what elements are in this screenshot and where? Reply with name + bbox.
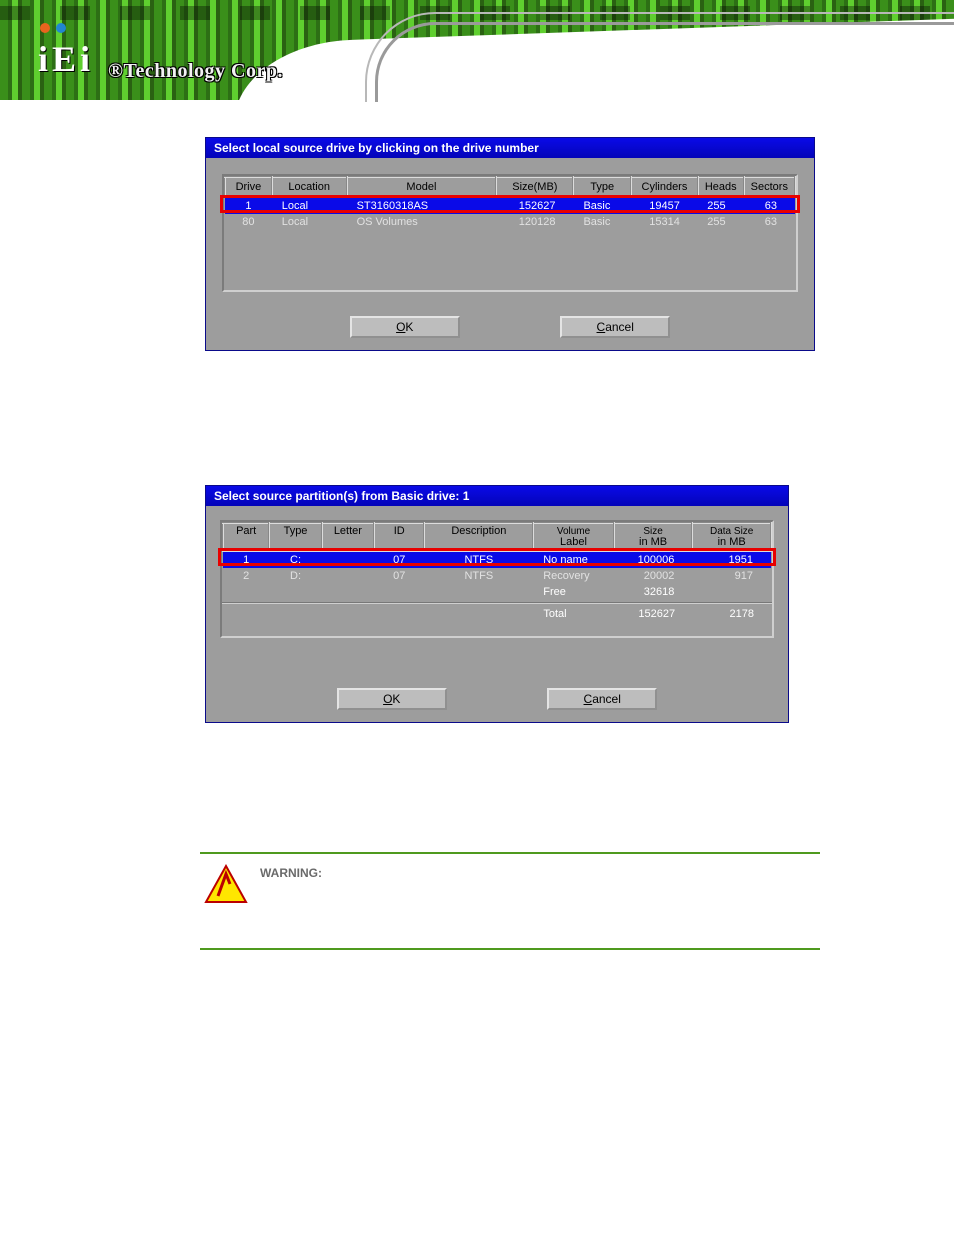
cell: ST3160318AS [347,197,497,214]
select-source-drive-dialog: Select local source drive by clicking on… [205,137,815,351]
logo-letters: iEi [38,38,94,80]
free-row: Free 32618 [223,584,771,600]
cell: OS Volumes [347,214,497,230]
cell: 19457 [631,197,698,214]
partition-table-header: Part Type Letter ID Description VolumeLa… [223,523,771,551]
ok-button[interactable]: OK [337,688,447,710]
logo-dot-orange [40,23,50,33]
dialog2-buttons: OK Cancel [206,680,788,722]
logo-dots [38,23,66,33]
cell: D: [269,568,321,584]
partition-row[interactable]: 2 D: 07 NTFS Recovery 20002 917 [223,568,771,584]
cell: 255 [698,197,744,214]
col-vol[interactable]: VolumeLabel [533,523,614,551]
ok-button[interactable]: OK [350,316,460,338]
drive-row-selected[interactable]: 1 Local ST3160318AS 152627 Basic 19457 2… [225,197,795,214]
cell: Recovery [533,568,614,584]
col-type[interactable]: Type [573,177,631,197]
col-sizemb[interactable]: Sizein MB [614,523,693,551]
cell: 100006 [614,551,693,568]
cell: No name [533,551,614,568]
cell: 1 [223,551,269,568]
cell: 07 [374,568,424,584]
col-cyl[interactable]: Cylinders [631,177,698,197]
header-swoosh [235,0,954,120]
totals-table: Total 152627 2178 [222,606,772,622]
cell: 255 [698,214,744,230]
cell: 120128 [496,214,573,230]
separator [222,602,772,604]
col-part[interactable]: Part [223,523,269,551]
col-size[interactable]: Size(MB) [496,177,573,197]
cell [322,568,374,584]
drive-table-header: Drive Location Model Size(MB) Type Cylin… [225,177,795,197]
col-id[interactable]: ID [374,523,424,551]
drive-table: Drive Location Model Size(MB) Type Cylin… [224,176,796,230]
warning-bottom-rule [200,948,820,950]
cell: 80 [225,214,272,230]
logo-dot-blue [56,23,66,33]
col-drive[interactable]: Drive [225,177,272,197]
warning-heading: WARNING: [260,866,322,880]
cell: 07 [374,551,424,568]
cell: 2 [223,568,269,584]
total-row: Total 152627 2178 [222,606,772,622]
select-source-partition-dialog: Select source partition(s) from Basic dr… [205,485,789,723]
cell: 152627 [496,197,573,214]
col-type[interactable]: Type [269,523,321,551]
cell: C: [269,551,321,568]
warning-icon [204,864,248,904]
cell: Basic [573,197,631,214]
warning-text: WARNING: [260,864,322,883]
tech-corp-text: ®Technology Corp. [108,60,283,83]
dialog1-title: Select local source drive by clicking on… [206,138,814,158]
col-datasize[interactable]: Data Sizein MB [692,523,771,551]
cell: NTFS [424,568,533,584]
dialog2-title: Select source partition(s) from Basic dr… [206,486,788,506]
cell: Local [272,197,347,214]
cell: NTFS [424,551,533,568]
col-heads[interactable]: Heads [698,177,744,197]
partition-table: Part Type Letter ID Description VolumeLa… [222,522,772,600]
cancel-button[interactable]: Cancel [560,316,670,338]
partition-row-selected[interactable]: 1 C: 07 NTFS No name 100006 1951 [223,551,771,568]
col-model[interactable]: Model [347,177,497,197]
logo: iEi [38,20,94,80]
cell: 63 [744,214,795,230]
col-sectors[interactable]: Sectors [744,177,795,197]
dialog1-buttons: OK Cancel [206,308,814,350]
ok-label-rest: K [405,320,413,334]
cell: 917 [692,568,771,584]
cell: Local [272,214,347,230]
drive-row[interactable]: 80 Local OS Volumes 120128 Basic 15314 2… [225,214,795,230]
cell: Basic [573,214,631,230]
cell: 1 [225,197,272,214]
col-location[interactable]: Location [272,177,347,197]
col-letter[interactable]: Letter [322,523,374,551]
col-desc[interactable]: Description [424,523,533,551]
cell [322,551,374,568]
cell: 1951 [692,551,771,568]
warning-section: WARNING: [200,852,820,950]
cell: 63 [744,197,795,214]
cell: 15314 [631,214,698,230]
cancel-label-rest: ancel [605,320,634,334]
cell: 20002 [614,568,693,584]
cancel-button[interactable]: Cancel [547,688,657,710]
